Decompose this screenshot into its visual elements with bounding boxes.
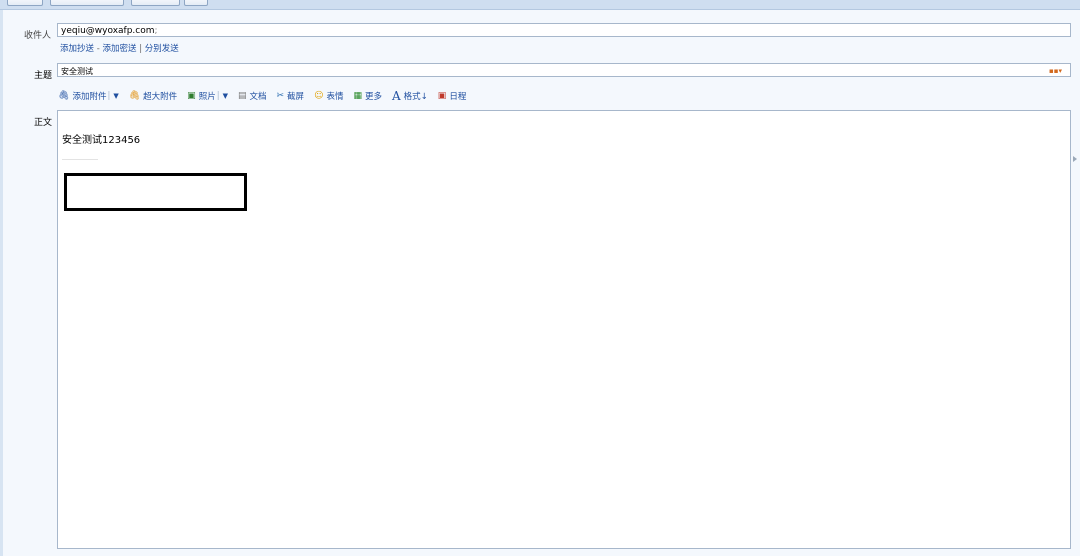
to-label: 收件人 [24, 31, 52, 41]
body-text: 安全测试123456 [62, 135, 141, 146]
calendar-icon: ▣ [437, 91, 447, 101]
compose-toolbar: 🖇 添加附件 | ▼ 🖇 超大附件 ▣ 照片 | ▼ ▤ 文档 ✂ 截屏 ☺ 表… [58, 89, 476, 103]
top-action-bar [0, 0, 1080, 10]
paperclip-icon: 🖇 [58, 91, 70, 101]
schedule-button[interactable]: ▣ 日程 [438, 90, 467, 102]
redacted-region [64, 173, 247, 211]
recipient-address[interactable]: yeqiu@wyoxafp.com; [61, 26, 158, 36]
subject-label: 主题 [34, 71, 53, 81]
body-label: 正文 [34, 118, 53, 128]
close-button[interactable] [184, 0, 208, 6]
to-field[interactable]: yeqiu@wyoxafp.com; [57, 23, 1071, 37]
send-separately-link[interactable]: 分别发送 [145, 44, 179, 54]
large-attachment-button[interactable]: 🖇 超大附件 [129, 90, 177, 102]
add-attachment-button[interactable]: 🖇 添加附件 | ▼ [58, 90, 119, 102]
photo-button[interactable]: ▣ 照片 | ▼ [187, 90, 228, 102]
add-bcc-link[interactable]: 添加密送 [103, 44, 137, 54]
send-button[interactable] [7, 0, 43, 6]
emoji-button[interactable]: ☺ 表情 [314, 90, 343, 102]
more-button[interactable]: ▦ 更多 [353, 90, 382, 102]
left-border [0, 10, 3, 556]
link-divider: | [139, 44, 143, 54]
body-editor[interactable]: 安全测试123456 [57, 110, 1071, 549]
more-icon: ▦ [353, 91, 362, 101]
link-dash: - [96, 44, 100, 54]
photo-dropdown-icon[interactable]: ▼ [223, 92, 228, 100]
screenshot-button[interactable]: ✂ 截屏 [277, 90, 305, 102]
save-draft-button[interactable] [131, 0, 180, 6]
subject-field[interactable]: 安全测试 ▪▪▾ [57, 63, 1071, 77]
large-paperclip-icon: 🖇 [128, 91, 141, 101]
recipient-links: 添加抄送 - 添加密送 | 分别发送 [60, 42, 179, 54]
subject-value: 安全测试 [61, 67, 93, 76]
attachment-dropdown-icon[interactable]: ▼ [113, 92, 118, 100]
smiley-icon: ☺ [314, 91, 324, 101]
grid-color-icon[interactable]: ▪▪▾ [1049, 67, 1062, 75]
add-cc-link[interactable]: 添加抄送 [60, 44, 94, 54]
font-a-icon: A [392, 89, 401, 103]
photo-icon: ▣ [187, 91, 196, 101]
scissors-icon: ✂ [276, 91, 285, 101]
expand-arrow-icon[interactable] [1073, 156, 1077, 162]
scheduled-send-button[interactable] [50, 0, 124, 6]
signature-divider [62, 159, 98, 160]
document-icon: ▤ [237, 91, 247, 101]
format-button[interactable]: A 格式↓ [392, 89, 428, 103]
document-button[interactable]: ▤ 文档 [238, 90, 267, 102]
